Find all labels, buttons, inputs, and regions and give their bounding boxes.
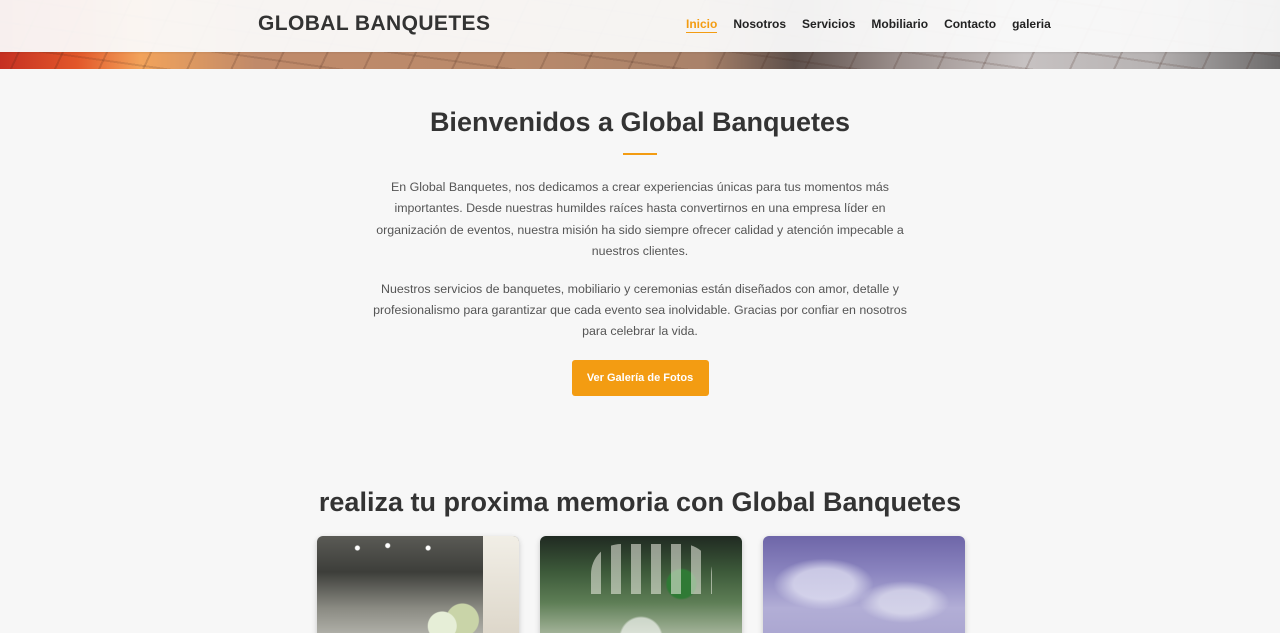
event-photo-card-garden[interactable] [540,536,742,633]
nav-item-nosotros[interactable]: Nosotros [733,17,786,33]
event-photo-card-salon[interactable] [317,536,519,633]
welcome-paragraph-1: En Global Banquetes, nos dedicamos a cre… [376,180,904,259]
nav-item-galeria[interactable]: galeria [1012,17,1051,33]
welcome-section: Bienvenidos a Global Banquetes En Global… [0,69,1280,396]
nav-item-inicio[interactable]: Inicio [686,17,718,33]
event-photo-card-decor[interactable] [763,536,965,633]
memory-title: realiza tu proxima memoria con Global Ba… [318,487,962,517]
welcome-title: Bienvenidos a Global Banquetes [429,107,851,137]
event-cards [317,536,965,633]
brand-logo[interactable]: GLOBAL BANQUETES [258,12,490,36]
welcome-paragraph-2: Nuestros servicios de banquetes, mobilia… [373,281,907,339]
nav-item-servicios[interactable]: Servicios [802,17,855,33]
memory-section: realiza tu proxima memoria con Global Ba… [0,487,1280,633]
gallery-button[interactable]: Ver Galería de Fotos [571,359,709,396]
nav-links: Inicio Nosotros Servicios Mobiliario Con… [686,17,1051,33]
nav-item-mobiliario[interactable]: Mobiliario [871,17,928,33]
nav-item-contacto[interactable]: Contacto [944,17,996,33]
navbar: GLOBAL BANQUETES Inicio Nosotros Servici… [0,0,1280,52]
title-divider [623,153,657,155]
